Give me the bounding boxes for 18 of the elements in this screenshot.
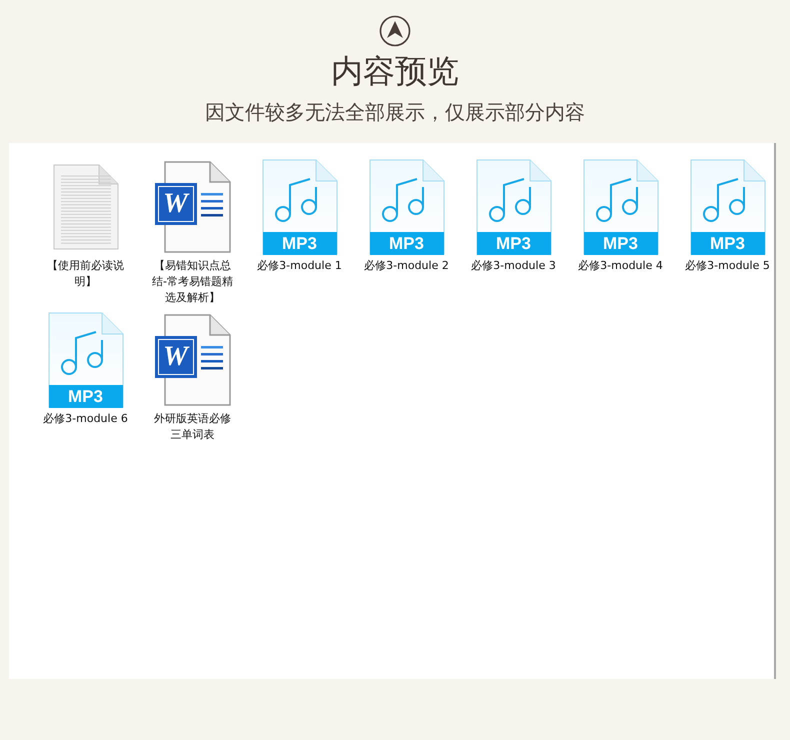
file-name: 必修3-module 4 <box>578 258 663 274</box>
file-name: 【易错知识点总结-常考易错题精选及解析】 <box>151 258 234 306</box>
file-name: 【使用前必读说明】 <box>46 258 125 290</box>
file-name: 必修3-module 3 <box>471 258 556 274</box>
file-name: 必修3-module 1 <box>257 258 342 274</box>
file-name: 必修3-module 5 <box>685 258 770 274</box>
file-name: 必修3-module 6 <box>43 411 128 427</box>
audio-file-icon: MP3 <box>476 159 552 255</box>
file-name: 外研版英语必修三单词表 <box>153 411 232 443</box>
page-subtitle: 因文件较多无法全部展示，仅展示部分内容 <box>205 99 585 125</box>
text-file-icon <box>52 164 118 250</box>
audio-file-icon: MP3 <box>368 159 444 255</box>
page-title: 内容预览 <box>331 51 459 91</box>
file-name: 必修3-module 2 <box>364 258 449 274</box>
audio-file-icon: MP3 <box>262 159 338 255</box>
audio-file-icon: MP3 <box>582 159 658 255</box>
audio-file-icon: MP3 <box>690 159 766 255</box>
audio-file-icon: MP3 <box>48 312 124 408</box>
